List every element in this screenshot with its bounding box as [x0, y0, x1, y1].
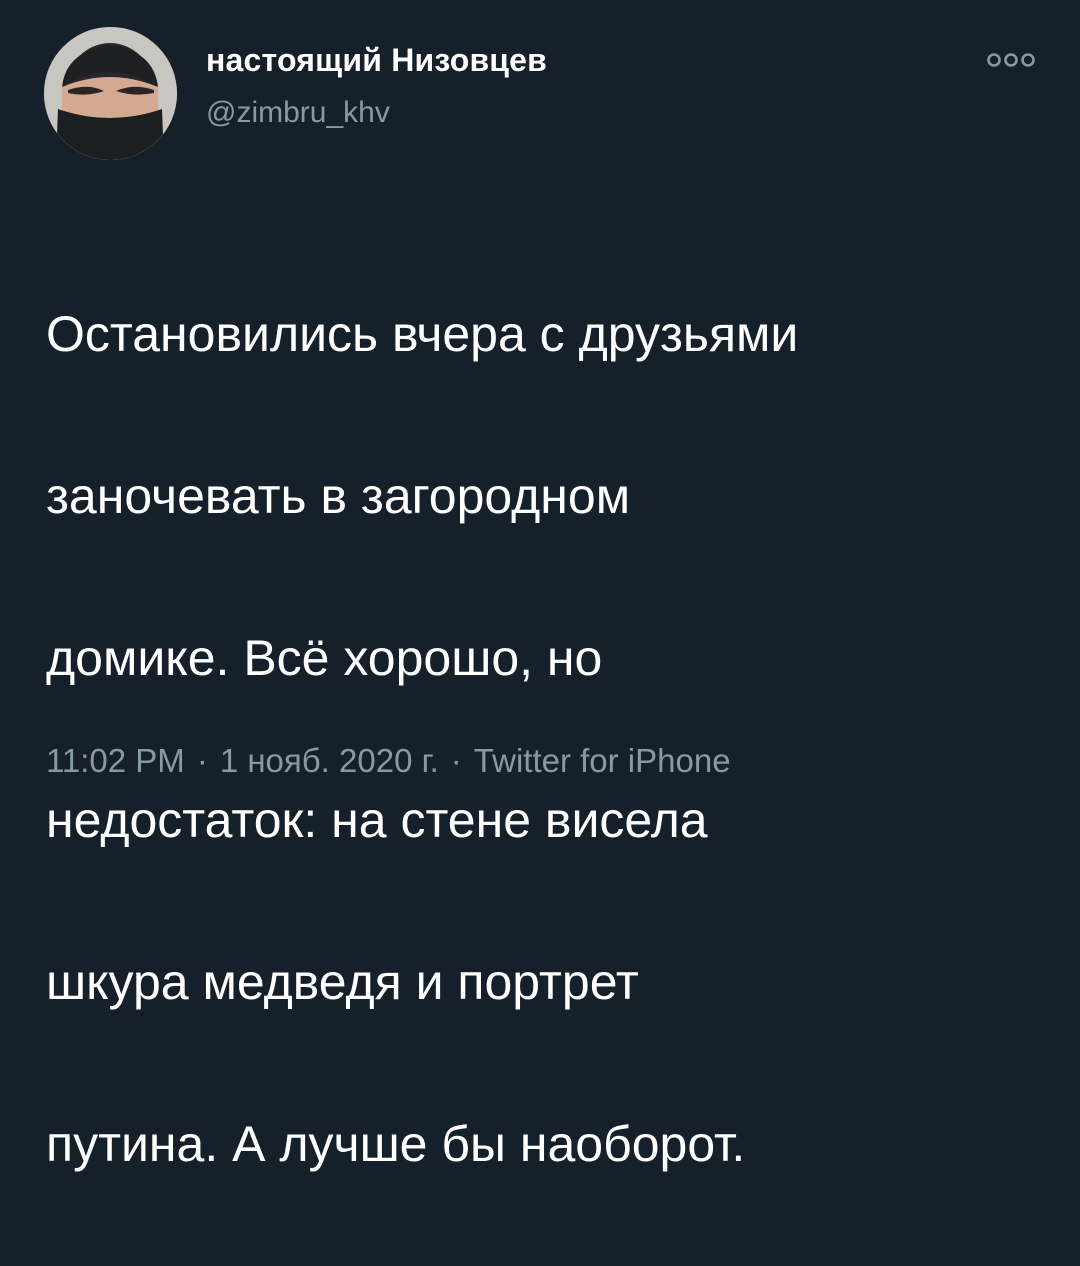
- tweet-text-line: домике. Всё хорошо, но: [46, 630, 603, 686]
- tweet-text: Остановились вчера с друзьями заночевать…: [46, 213, 1056, 1266]
- balaclava-avatar-icon: [44, 27, 177, 160]
- tweet-text-line: путина. А лучше бы наоборот.: [46, 1116, 746, 1172]
- tweet-text-line: заночевать в загородном: [46, 468, 631, 524]
- tweet-time[interactable]: 11:02 PM: [46, 742, 185, 779]
- more-options-icon: [987, 53, 1035, 67]
- meta-separator: ·: [196, 742, 208, 779]
- tweet: настоящий Низовцев @zimbru_khv Остановил…: [0, 0, 1080, 1172]
- user-handle[interactable]: @zimbru_khv: [206, 96, 390, 130]
- tweet-meta: 11:02 PM · 1 нояб. 2020 г. · Twitter for iPh…: [46, 742, 731, 780]
- meta-separator: ·: [450, 742, 462, 779]
- tweet-text-line: шкура медведя и портрет: [46, 954, 639, 1010]
- tweet-text-line: недостаток: на стене висела: [46, 792, 708, 848]
- tweet-source-link[interactable]: Twitter for iPhone: [474, 742, 731, 779]
- tweet-date[interactable]: 1 нояб. 2020 г.: [220, 742, 439, 779]
- tweet-text-line: Остановились вчера с друзьями: [46, 306, 799, 362]
- avatar[interactable]: [44, 27, 177, 160]
- more-options-button[interactable]: [982, 48, 1040, 72]
- display-name[interactable]: настоящий Низовцев: [206, 42, 547, 79]
